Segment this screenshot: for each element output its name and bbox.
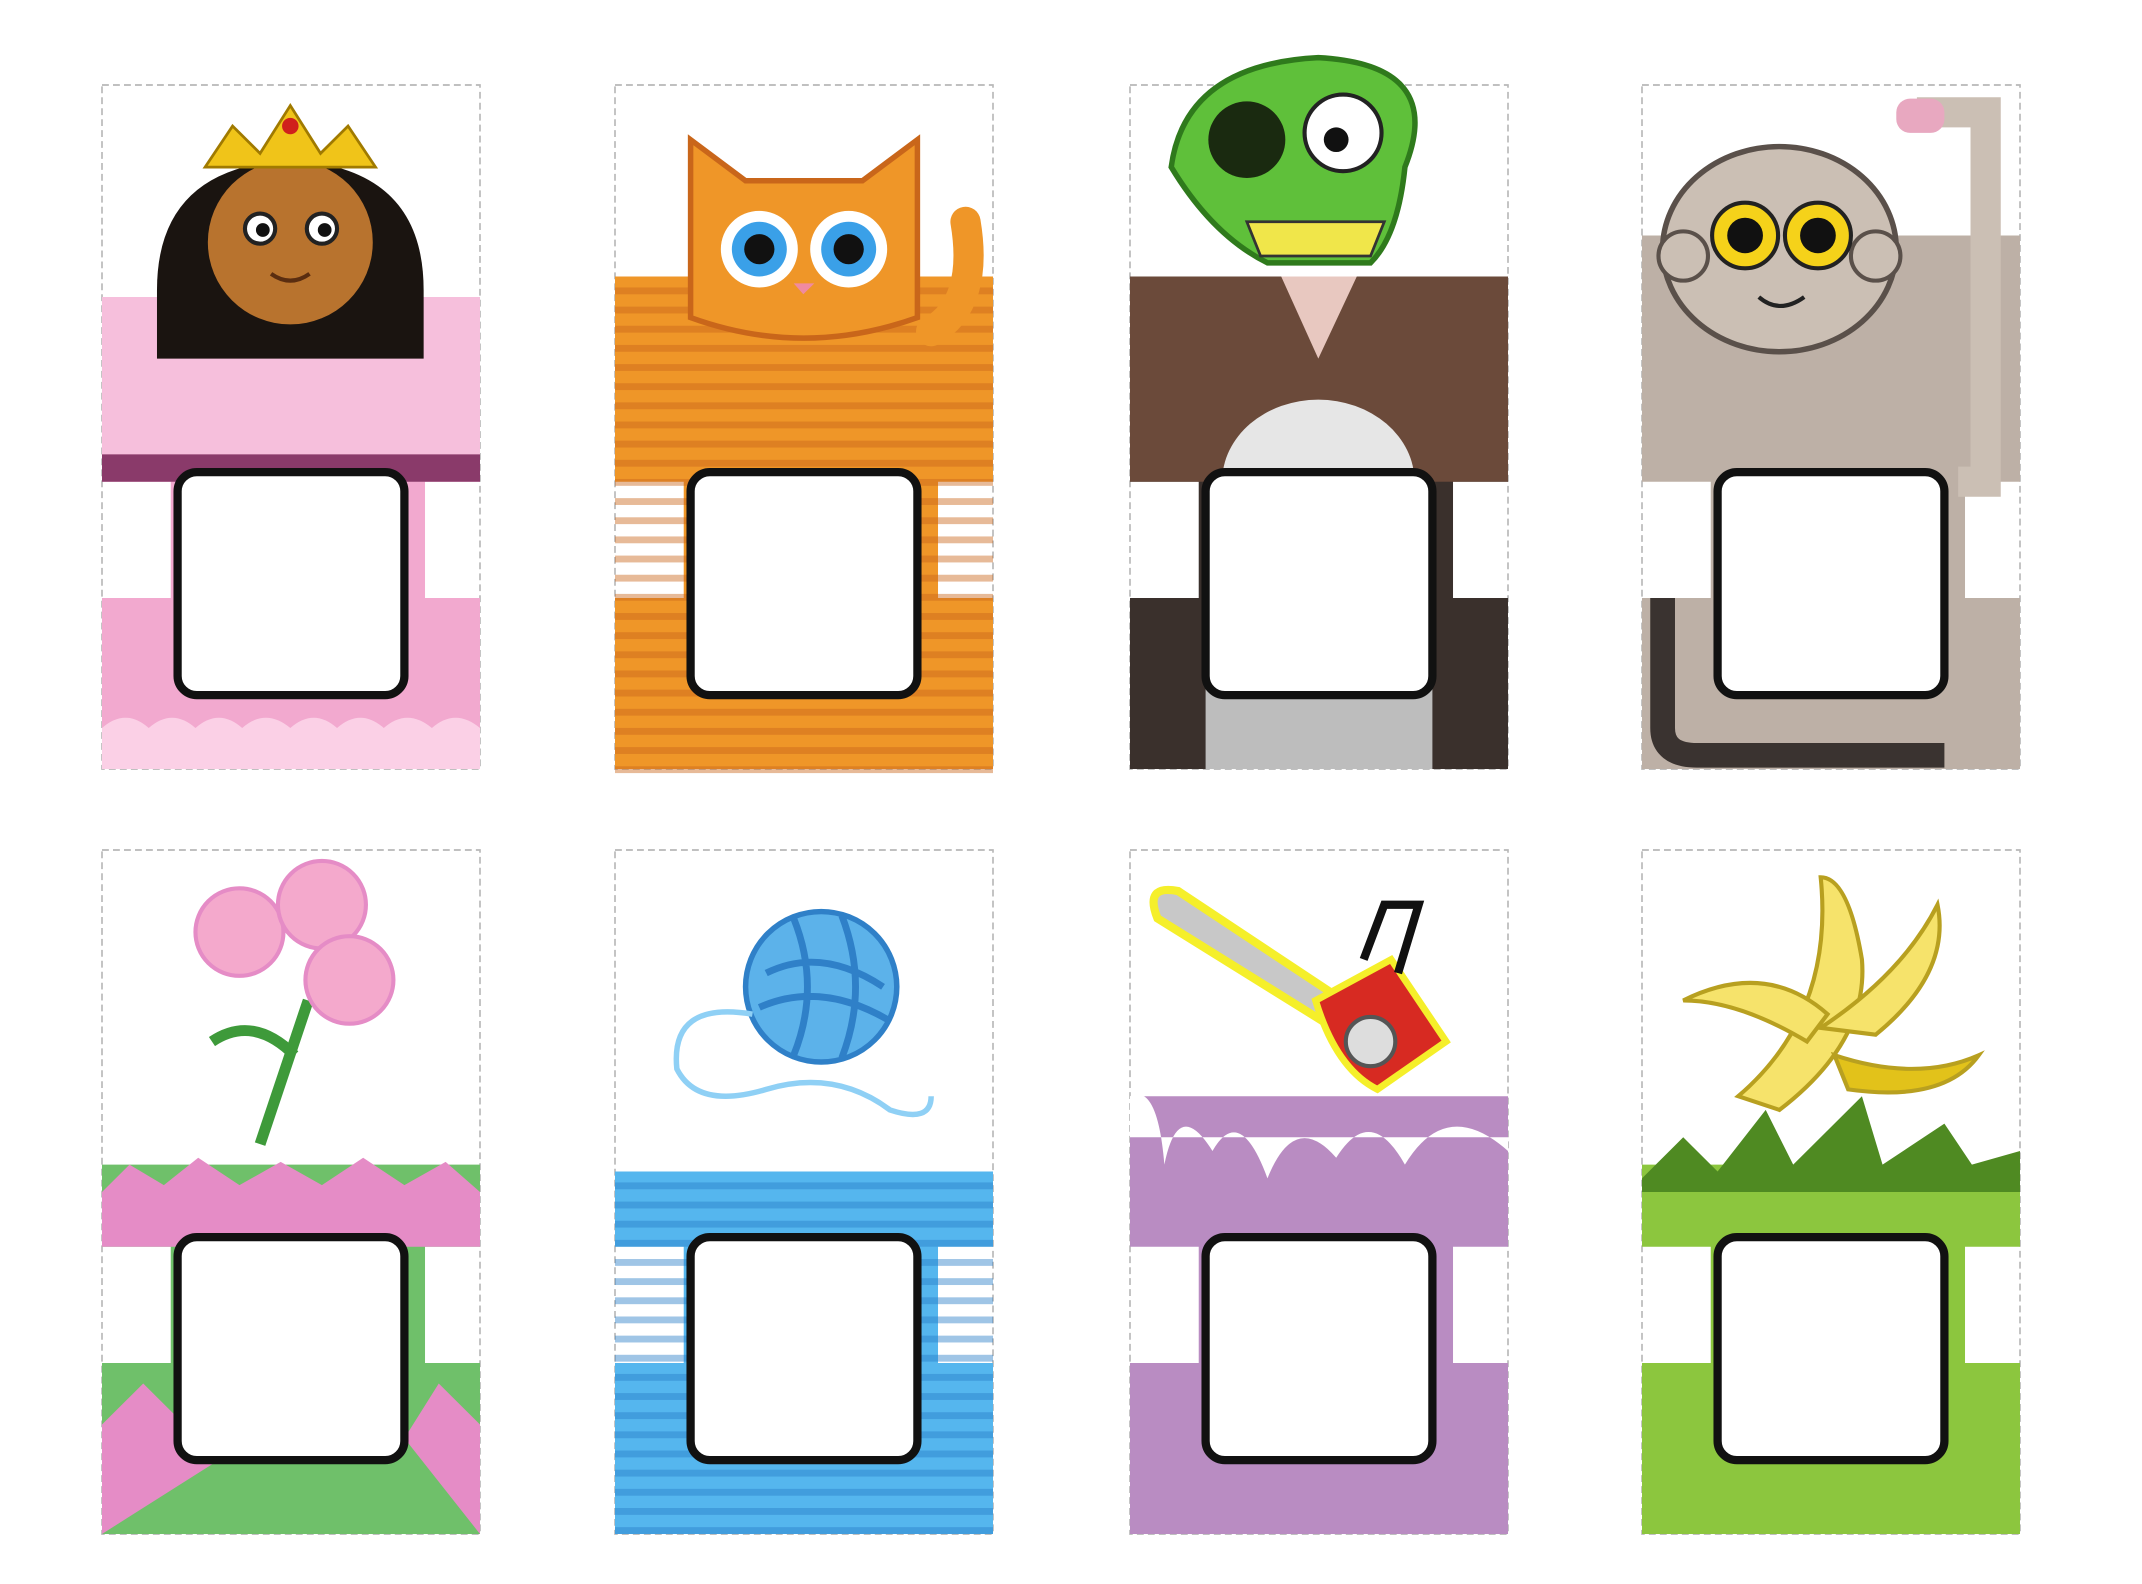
photo-window bbox=[1201, 468, 1437, 700]
card-artwork bbox=[101, 849, 481, 1535]
cutout-card-zombie bbox=[1129, 54, 1509, 770]
card-artwork bbox=[614, 849, 994, 1535]
photo-window bbox=[1713, 1233, 1949, 1465]
photo-window bbox=[686, 468, 922, 700]
photo-window bbox=[173, 1233, 409, 1465]
cutout-card-chainsaw bbox=[1129, 849, 1509, 1535]
princess-icon bbox=[156, 102, 424, 359]
photo-window bbox=[1713, 468, 1949, 700]
banana-icon bbox=[1682, 875, 1985, 1113]
card-artwork bbox=[101, 84, 481, 770]
cutout-card-cat bbox=[614, 84, 994, 774]
card-artwork bbox=[1641, 84, 2021, 770]
cutout-card-monkey bbox=[1641, 84, 2021, 770]
yarn-ball-icon bbox=[673, 908, 934, 1118]
photo-window bbox=[686, 1233, 922, 1465]
card-artwork bbox=[1641, 849, 2021, 1535]
zombie-icon bbox=[1168, 54, 1418, 266]
cutout-card-princess bbox=[101, 84, 481, 770]
cutout-card-banana bbox=[1641, 849, 2021, 1535]
flower-icon bbox=[193, 858, 396, 1146]
card-artwork bbox=[614, 84, 994, 774]
cutout-card-flowers bbox=[101, 849, 481, 1535]
chainsaw-icon bbox=[1149, 885, 1451, 1094]
photo-window bbox=[173, 468, 409, 700]
card-artwork bbox=[1129, 849, 1509, 1535]
cutout-card-yarn bbox=[614, 849, 994, 1535]
card-artwork bbox=[1129, 54, 1509, 770]
photo-window bbox=[1201, 1233, 1437, 1465]
